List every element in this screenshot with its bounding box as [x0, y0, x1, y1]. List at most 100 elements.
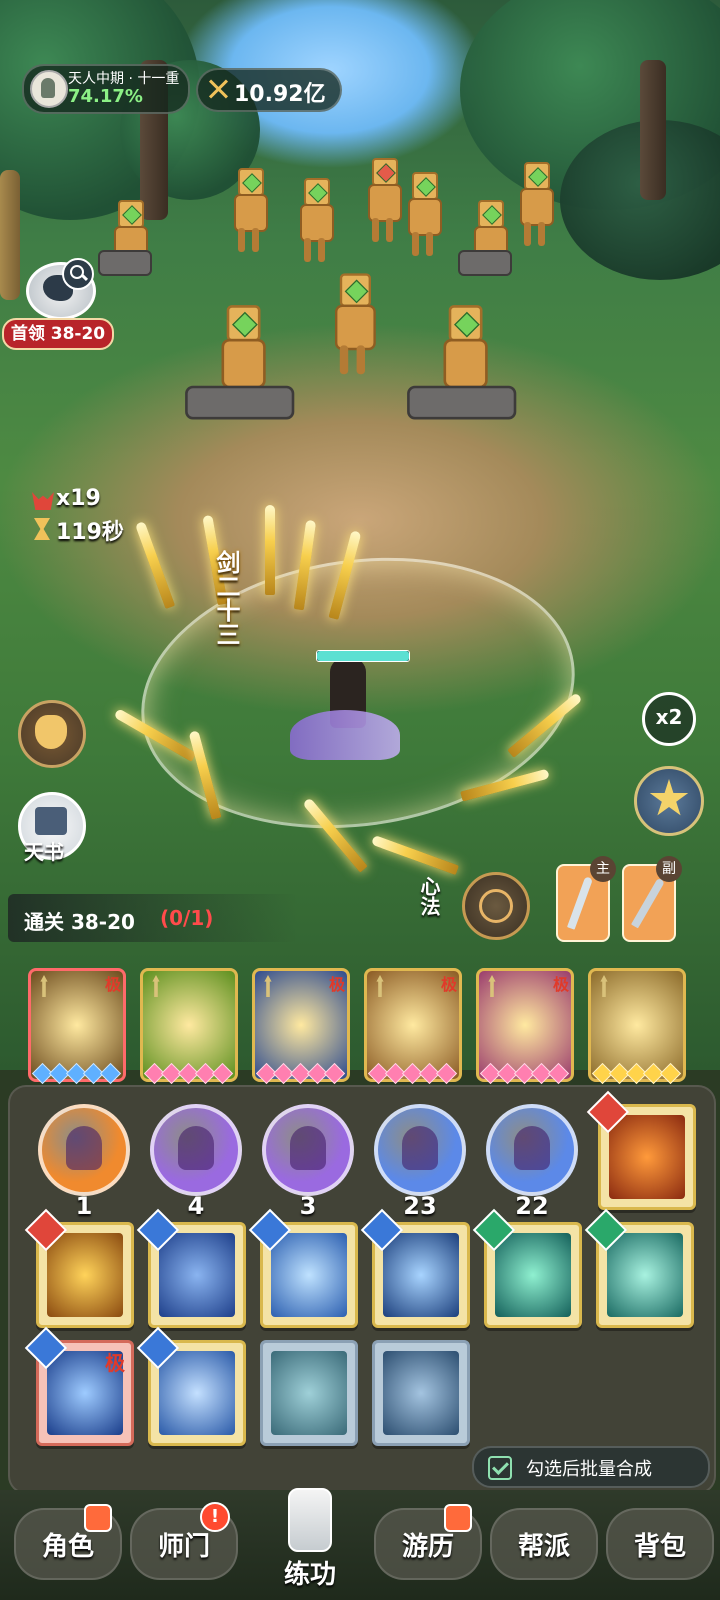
gem-icon — [435, 1062, 458, 1085]
star-gems — [31, 1062, 122, 1085]
xinfa-button[interactable] — [462, 872, 530, 940]
star-gems — [255, 1062, 346, 1085]
stage-label: 通关 38-20 — [24, 910, 135, 934]
nav-bag[interactable]: 背包 — [606, 1508, 714, 1580]
meditating-figure-icon — [178, 1126, 214, 1170]
batch-merge-toggle[interactable]: 勾选后批量合成 — [472, 1446, 710, 1488]
equipped-skill-slot[interactable]: 极 — [476, 968, 574, 1085]
notice-icon — [444, 1504, 472, 1532]
nav-sect[interactable]: 师门 ! — [130, 1502, 238, 1580]
nav-role[interactable]: 角色 — [14, 1504, 122, 1580]
extreme-tag: 极 — [104, 975, 121, 994]
tree-trunk — [0, 170, 20, 300]
nav-guild[interactable]: 帮派 — [490, 1508, 598, 1580]
boss-stage-label[interactable]: 首领 38-20 — [2, 318, 114, 350]
skill-card-fire[interactable] — [586, 1090, 696, 1210]
gem-icon — [547, 1062, 570, 1085]
flying-sword — [371, 834, 459, 876]
training-dummy-icon — [288, 1488, 332, 1552]
skill-card-golden-lotus[interactable] — [24, 1208, 134, 1328]
enemy-dummy[interactable] — [400, 172, 446, 258]
orb-count: 23 — [403, 1192, 437, 1220]
star-icon — [649, 779, 689, 816]
combat-power-badge[interactable]: 10.92亿 — [196, 68, 342, 112]
cultivation-orb[interactable]: 22 — [486, 1104, 578, 1220]
enemy-dummy[interactable] — [407, 305, 517, 420]
skill-card-thunder-hand[interactable] — [136, 1326, 246, 1446]
speed-toggle-button[interactable]: x2 — [642, 692, 696, 746]
enemy-dummy[interactable] — [98, 200, 152, 286]
enemy-dummy[interactable] — [512, 162, 558, 248]
skill-card-ice-palm[interactable] — [248, 1208, 358, 1328]
sword-type-icon — [264, 975, 272, 997]
sword-type-icon — [600, 975, 608, 997]
skill-card-jade-hand[interactable] — [584, 1208, 694, 1328]
alert-icon: ! — [200, 1502, 230, 1532]
tianshu-label: 天书 — [24, 840, 64, 864]
cultivator-avatar-icon — [30, 70, 68, 108]
xinfa-label: 心法 — [417, 876, 441, 916]
auto-skill-button[interactable] — [634, 766, 704, 836]
equipped-skill-slot[interactable]: 极 — [252, 968, 350, 1085]
gem-icon — [211, 1062, 234, 1085]
enemy-dummy[interactable] — [458, 200, 512, 286]
sword-type-icon — [376, 975, 384, 997]
nav-bag-label: 背包 — [633, 1532, 686, 1562]
skill-card-thunder[interactable]: 极 — [24, 1326, 134, 1446]
nav-train[interactable]: 练功 — [258, 1488, 362, 1600]
star-gems — [479, 1062, 570, 1085]
skill-card-jade-cube[interactable] — [472, 1208, 582, 1328]
sword-type-icon — [488, 975, 496, 997]
gem-icon — [659, 1062, 682, 1085]
nav-travel[interactable]: 游历 — [374, 1504, 482, 1580]
skill-card-ice-burst[interactable] — [360, 1208, 470, 1328]
search-icon[interactable] — [62, 258, 94, 290]
sword-combo-text: 剑二十三 — [212, 550, 240, 646]
cultivation-orb[interactable]: 23 — [374, 1104, 466, 1220]
skill-card-kunai[interactable] — [372, 1340, 470, 1446]
battle-timer: 119秒 — [56, 520, 124, 545]
star-gems — [367, 1062, 458, 1085]
meditating-figure-icon — [402, 1126, 438, 1170]
hero-character[interactable] — [290, 650, 410, 770]
skill-card-stone-palm[interactable] — [260, 1340, 358, 1446]
equipped-skill-slot[interactable] — [140, 968, 238, 1085]
equipped-skill-slot[interactable]: 极 — [364, 968, 462, 1085]
checkbox-icon[interactable] — [488, 1456, 512, 1480]
flying-sword — [265, 505, 275, 595]
cultivation-badge[interactable]: 天人中期 · 十一重 74.17% — [22, 64, 190, 114]
treasure-bag-button[interactable] — [18, 700, 86, 768]
money-bag-icon — [35, 715, 67, 749]
blade-icon — [567, 876, 593, 930]
compass-icon — [479, 889, 513, 923]
skill-card-taiji[interactable] — [136, 1208, 246, 1328]
nav-sect-label: 师门 — [157, 1532, 210, 1562]
enemy-dummy[interactable] — [292, 178, 338, 264]
equipped-skill-slot[interactable]: 极 — [28, 968, 126, 1085]
star-gems — [591, 1062, 682, 1085]
cultivation-orb[interactable]: 3 — [262, 1104, 354, 1220]
cultivation-orb[interactable]: 4 — [150, 1104, 242, 1220]
hero-health-bar — [316, 650, 410, 662]
sub-weapon-tag: 副 — [656, 856, 682, 882]
stage-progress-bar[interactable]: 通关 38-20 (0/1) — [8, 894, 298, 942]
sword-type-icon — [40, 975, 48, 997]
nav-guild-label: 帮派 — [517, 1532, 570, 1562]
orb-count: 22 — [515, 1192, 549, 1220]
enemy-dummy[interactable] — [185, 305, 295, 420]
orb-count: 4 — [187, 1192, 205, 1220]
gem-icon — [99, 1062, 122, 1085]
notice-icon — [84, 1504, 112, 1532]
enemy-dummy[interactable] — [325, 273, 380, 376]
enemy-dummy[interactable] — [226, 168, 272, 254]
gem-icon — [323, 1062, 346, 1085]
meditating-figure-icon — [514, 1126, 550, 1170]
equipped-skill-slot[interactable] — [588, 968, 686, 1085]
combat-power-value: 10.92亿 — [234, 82, 326, 107]
star-gems — [143, 1062, 234, 1085]
extreme-tag: 极 — [328, 975, 345, 994]
cultivation-orb[interactable]: 1 — [38, 1104, 130, 1220]
sword-type-icon — [152, 975, 160, 997]
bottom-nav: 角色 师门 ! 练功 游历 帮派 背包 — [0, 1488, 720, 1600]
orb-count: 1 — [75, 1192, 93, 1220]
